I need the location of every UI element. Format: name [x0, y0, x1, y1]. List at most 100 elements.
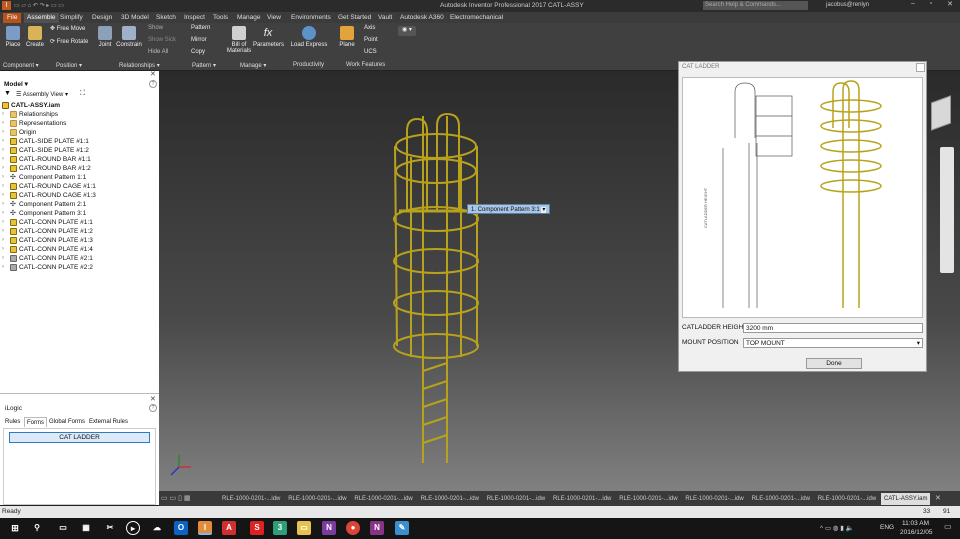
mirror-button[interactable]: Mirror [191, 37, 207, 43]
free-rotate-button[interactable]: ⟳ Free Rotate [50, 38, 88, 45]
help-icon[interactable]: ? [149, 80, 157, 88]
free-move-button[interactable]: ✥ Free Move [50, 25, 85, 32]
filter-icon[interactable]: ▼ [4, 90, 11, 97]
doctab[interactable]: RLE-1000-0201-...idw [749, 493, 813, 505]
tree-item[interactable]: › CATL-CONN PLATE #1:3 [2, 236, 93, 245]
browser-title[interactable]: Model ▾ [4, 80, 28, 88]
copy-button[interactable]: Copy [191, 49, 205, 55]
tab-inspect[interactable]: Inspect [184, 13, 205, 23]
quick-access-toolbar[interactable]: ▭ ▱ ⌂ ↶ ↷ ▸ ▭ ▭ [14, 2, 164, 10]
doctab[interactable]: RLE-1000-0201-...idw [418, 493, 482, 505]
tree-item[interactable]: › ✣ Component Pattern 2:1 [2, 200, 86, 209]
doctab[interactable]: RLE-1000-0201-...idw [550, 493, 614, 505]
done-button[interactable]: Done [806, 358, 862, 369]
tab-simplify[interactable]: Simplify [60, 13, 83, 23]
language-indicator[interactable]: ENG [880, 524, 894, 531]
system-tray-icons[interactable]: ^ ▭ ◍ ▮ 🔈 [820, 524, 854, 532]
tab-electromechanical[interactable]: Electromechanical [450, 13, 503, 23]
expand-icon[interactable]: › [2, 164, 8, 173]
tab-tools[interactable]: Tools [213, 13, 228, 23]
tree-item[interactable]: › Origin [2, 128, 36, 137]
load-express-button[interactable]: Load Express [290, 26, 328, 48]
ilogic-tab-forms[interactable]: Forms [24, 417, 47, 427]
tab-get-started[interactable]: Get Started [338, 13, 371, 23]
tree-item[interactable]: › Representations [2, 119, 66, 128]
tab-design[interactable]: Design [92, 13, 112, 23]
ribbon-panel-label[interactable]: Pattern ▾ [192, 62, 216, 69]
expand-icon[interactable]: › [2, 245, 8, 254]
paint-icon[interactable]: ✎ [395, 521, 409, 535]
ribbon-panel-label[interactable]: Manage ▾ [240, 62, 266, 69]
autocad-icon[interactable]: A [222, 521, 236, 535]
bill-of-materials-button[interactable]: Bill of Materials [226, 26, 252, 54]
doctab-active[interactable]: CATL-ASSY.iam [881, 493, 931, 505]
doctab[interactable]: RLE-1000-0201-...idw [219, 493, 283, 505]
clock-time[interactable]: 11:03 AM [902, 520, 929, 527]
tab-autodesk-a360[interactable]: Autodesk A360 [400, 13, 444, 23]
tab-layout-icons[interactable]: ▭ ▭ ▯ ▦ [161, 494, 191, 502]
ilogic-tab-rules[interactable]: Rules [3, 417, 22, 427]
tab-view[interactable]: View [267, 13, 281, 23]
ribbon-panel-label[interactable]: Component ▾ [3, 62, 39, 69]
binoculars-icon[interactable]: ⛶ [80, 90, 85, 98]
expand-icon[interactable]: › [2, 263, 8, 272]
ribbon-panel-label[interactable]: Work Features [346, 62, 385, 68]
tab-sketch[interactable]: Sketch [156, 13, 176, 23]
outlook-icon[interactable]: O [174, 521, 188, 535]
hide-all-button[interactable]: Hide All [148, 49, 168, 55]
parameters-button[interactable]: fx Parameters [253, 26, 284, 48]
app-menu-icon[interactable]: I [2, 1, 11, 10]
joint-button[interactable]: Joint [96, 26, 114, 48]
tree-item[interactable]: › CATL-CONN PLATE #1:2 [2, 227, 93, 236]
tree-item[interactable]: › CATL-SIDE PLATE #1:1 [2, 137, 89, 146]
tab-file[interactable]: File [3, 13, 22, 23]
browser-view-dropdown[interactable]: ☰ Assembly View ▾ [16, 91, 68, 98]
expand-icon[interactable]: › [2, 227, 8, 236]
tree-item[interactable]: › CATL-SIDE PLATE #1:2 [2, 146, 89, 155]
cat-ladder-form-button[interactable]: CAT LADDER [9, 432, 150, 443]
calculator-icon[interactable]: ▦ [79, 521, 93, 535]
expand-icon[interactable]: › [2, 236, 8, 245]
expand-icon[interactable]: › [2, 182, 8, 191]
doctab[interactable]: RLE-1000-0201-...idw [815, 493, 879, 505]
tooltip-chevron-icon[interactable]: ▾ [541, 207, 547, 213]
show-button[interactable]: Show [148, 25, 163, 31]
minimize-button[interactable]: – [904, 0, 922, 11]
place-button[interactable]: Place [4, 26, 22, 48]
notifications-icon[interactable]: ▭ [944, 522, 952, 531]
tree-item[interactable]: › CATL-ROUND BAR #1:1 [2, 155, 91, 164]
expand-icon[interactable]: › [2, 146, 8, 155]
tree-item[interactable]: › CATL-ROUND CAGE #1:1 [2, 182, 96, 191]
show-sick-button[interactable]: Show Sick [148, 37, 176, 43]
point-button[interactable]: Point [364, 37, 378, 43]
tab-environments[interactable]: Environments [291, 13, 331, 23]
ribbon-panel-label[interactable]: Relationships ▾ [119, 62, 160, 69]
axis-button[interactable]: Axis [364, 25, 375, 31]
plane-button[interactable]: Plane [338, 26, 356, 48]
tree-root[interactable]: CATL-ASSY.iam [2, 101, 60, 110]
folder-icon[interactable]: ▭ [297, 521, 311, 535]
inventor-icon[interactable]: I [198, 521, 212, 535]
ilogic-tab-global-forms[interactable]: Global Forms [47, 417, 87, 427]
tree-item[interactable]: › CATL-CONN PLATE #2:2 [2, 263, 93, 272]
doctab[interactable]: RLE-1000-0201-...idw [351, 493, 415, 505]
clock-date[interactable]: 2016/12/05 [900, 529, 933, 536]
ribbon-panel-label[interactable]: Productivity [293, 62, 324, 68]
chrome-icon[interactable]: ● [346, 521, 360, 535]
tab-manage[interactable]: Manage [237, 13, 261, 23]
tree-item[interactable]: › CATL-CONN PLATE #2:1 [2, 254, 93, 263]
doctab-close-icon[interactable]: ✕ [935, 494, 941, 502]
expand-icon[interactable]: › [2, 119, 8, 128]
expand-icon[interactable]: › [2, 128, 8, 137]
tree-item[interactable]: › CATL-ROUND CAGE #1:3 [2, 191, 96, 200]
pattern-button[interactable]: Pattern [191, 25, 210, 31]
ilogic-close-icon[interactable]: ✕ [150, 395, 156, 403]
three-app-icon[interactable]: 3 [273, 521, 287, 535]
dialog-close-button[interactable] [916, 63, 925, 72]
tree-item[interactable]: › CATL-ROUND BAR #1:2 [2, 164, 91, 173]
doctab[interactable]: RLE-1000-0201-...idw [285, 493, 349, 505]
expand-icon[interactable]: › [2, 137, 8, 146]
help-search-input[interactable]: Search Help & Commands... [703, 1, 808, 10]
expand-icon[interactable]: › [2, 218, 8, 227]
tree-item[interactable]: › CATL-CONN PLATE #1:4 [2, 245, 93, 254]
